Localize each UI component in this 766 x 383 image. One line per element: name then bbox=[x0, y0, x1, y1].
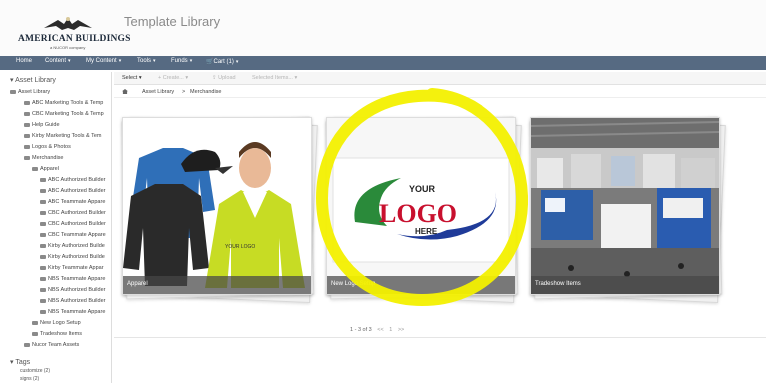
apparel-thumbnail: YOUR LOGO Apparel bbox=[122, 117, 312, 295]
nav-home[interactable]: Home bbox=[16, 58, 32, 64]
tree-item[interactable]: Help Guide bbox=[24, 121, 60, 129]
logo-your-text: YOUR bbox=[409, 184, 436, 194]
tree-item[interactable]: CBC Authorized Builder bbox=[40, 220, 106, 228]
tree-item[interactable]: ABC Authorized Builder bbox=[40, 187, 105, 195]
tree-item[interactable]: ABC Authorized Builder bbox=[40, 176, 105, 184]
tree-item-apparel[interactable]: Apparel bbox=[32, 165, 59, 173]
folder-icon bbox=[24, 101, 30, 105]
header: AMERICAN BUILDINGS a NUCOR company Templ… bbox=[0, 0, 766, 56]
asset-library-heading[interactable]: ▾ Asset Library bbox=[10, 76, 56, 84]
folder-icon bbox=[40, 222, 46, 226]
folder-icon bbox=[40, 255, 46, 259]
folder-icon bbox=[24, 156, 30, 160]
tags-heading[interactable]: ▾ Tags bbox=[10, 358, 30, 366]
folder-icon bbox=[24, 134, 30, 138]
eagle-icon bbox=[44, 17, 92, 30]
upload-icon: ⇪ bbox=[212, 75, 217, 81]
tree-item[interactable]: NBS Authorized Builder bbox=[40, 286, 105, 294]
breadcrumb: Asset Library > Merchandise bbox=[114, 86, 766, 98]
tree-item[interactable]: ABC Marketing Tools & Temp bbox=[24, 99, 103, 107]
nav-my-content[interactable]: My Content ▾ bbox=[86, 58, 121, 64]
page: AMERICAN BUILDINGS a NUCOR company Templ… bbox=[0, 0, 766, 383]
pager-page-1[interactable]: 1 bbox=[389, 327, 392, 333]
folder-icon bbox=[40, 277, 46, 281]
folder-icon bbox=[32, 321, 38, 325]
tree-item[interactable]: Kirby Teammate Appar bbox=[40, 264, 104, 272]
folder-icon bbox=[24, 112, 30, 116]
home-icon[interactable] bbox=[122, 89, 128, 94]
svg-text:YOUR LOGO: YOUR LOGO bbox=[225, 244, 255, 250]
upload-button[interactable]: ⇪ Upload bbox=[212, 75, 236, 81]
main-nav: Home Content ▾ My Content ▾ Tools ▾ Funds ▾ … bbox=[0, 56, 766, 70]
tree-item-nucor-team-assets[interactable]: Nucor Team Assets bbox=[24, 341, 79, 349]
tree-item[interactable]: ABC Teammate Appare bbox=[40, 198, 105, 206]
tree-item[interactable]: CBC Authorized Builder bbox=[40, 209, 106, 217]
tree-item[interactable]: NBS Authorized Builder bbox=[40, 297, 105, 305]
card-caption: New Logo Setup bbox=[327, 276, 515, 294]
tree-item[interactable]: Logos & Photos bbox=[24, 143, 71, 151]
folder-icon bbox=[32, 167, 38, 171]
tag-signs[interactable]: signs (2) bbox=[20, 376, 39, 382]
create-menu[interactable]: + Create... ▾ bbox=[158, 75, 188, 81]
tree-item-new-logo-setup[interactable]: New Logo Setup bbox=[32, 319, 81, 327]
folder-icon bbox=[40, 299, 46, 303]
tree-item-merchandise[interactable]: Merchandise bbox=[24, 154, 64, 162]
logo-wordmark: AMERICAN BUILDINGS bbox=[18, 34, 131, 44]
logo-subtitle: a NUCOR company bbox=[50, 45, 86, 50]
folder-icon bbox=[40, 310, 46, 314]
logo-here-text: HERE bbox=[415, 227, 438, 236]
tree-item[interactable]: CBC Teammate Appare bbox=[40, 231, 106, 239]
folder-icon bbox=[32, 332, 38, 336]
logo-thumbnail: YOUR LOGO HERE New Logo Setup bbox=[326, 117, 516, 295]
tradeshow-thumbnail: Tradeshow Items bbox=[530, 117, 720, 295]
tree-item[interactable]: Kirby Authorized Builde bbox=[40, 253, 105, 261]
divider bbox=[114, 337, 766, 338]
nav-cart[interactable]: 🛒Cart (1) ▾ bbox=[206, 58, 238, 65]
folder-icon bbox=[40, 200, 46, 204]
asset-tree-panel: ▾ Asset Library Asset Library ABC Market… bbox=[8, 72, 112, 383]
asset-toolbar: Select ▾ + Create... ▾ ⇪ Upload Selected… bbox=[114, 72, 766, 85]
page-title: Template Library bbox=[124, 14, 221, 29]
select-menu[interactable]: Select ▾ bbox=[122, 75, 142, 81]
folder-card-apparel[interactable]: YOUR LOGO Apparel bbox=[121, 116, 318, 304]
breadcrumb-separator: > bbox=[182, 89, 186, 95]
tree-item[interactable]: Kirby Authorized Builde bbox=[40, 242, 105, 250]
tree-item[interactable]: NBS Teammate Appare bbox=[40, 275, 105, 283]
asset-grid: YOUR LOGO Apparel YOUR LOGO HERE New Log… bbox=[114, 99, 766, 383]
card-caption: Apparel bbox=[123, 276, 311, 294]
selected-items-menu[interactable]: Selected Items... ▾ bbox=[252, 75, 297, 81]
folder-card-tradeshow-items[interactable]: Tradeshow Items bbox=[529, 116, 726, 304]
folder-icon bbox=[10, 90, 16, 94]
logo-main-text: LOGO bbox=[379, 199, 457, 228]
folder-card-new-logo-setup[interactable]: YOUR LOGO HERE New Logo Setup bbox=[325, 116, 522, 304]
breadcrumb-merchandise[interactable]: Merchandise bbox=[190, 89, 222, 95]
folder-icon bbox=[40, 266, 46, 270]
nav-funds[interactable]: Funds ▾ bbox=[171, 58, 192, 64]
folder-icon bbox=[40, 233, 46, 237]
american-buildings-logo[interactable]: AMERICAN BUILDINGS a NUCOR company bbox=[14, 12, 130, 52]
tree-item[interactable]: CBC Marketing Tools & Temp bbox=[24, 110, 104, 118]
pagination: 1 - 3 of 3 << 1 >> bbox=[350, 327, 404, 333]
pager-prev-button[interactable]: << bbox=[377, 327, 383, 333]
tree-item[interactable]: Kirby Marketing Tools & Tem bbox=[24, 132, 102, 140]
tree-item-asset-library[interactable]: Asset Library bbox=[10, 88, 50, 96]
folder-icon bbox=[24, 343, 30, 347]
nav-content[interactable]: Content ▾ bbox=[45, 58, 71, 64]
breadcrumb-asset-library[interactable]: Asset Library bbox=[142, 89, 174, 95]
pager-next-button[interactable]: >> bbox=[398, 327, 404, 333]
tag-customize[interactable]: customize (2) bbox=[20, 368, 50, 374]
folder-icon bbox=[40, 211, 46, 215]
tree-item-tradeshow-items[interactable]: Tradeshow Items bbox=[32, 330, 82, 338]
folder-icon bbox=[40, 288, 46, 292]
folder-icon bbox=[24, 145, 30, 149]
pagination-count: 1 - 3 of 3 bbox=[350, 327, 372, 333]
folder-icon bbox=[40, 244, 46, 248]
nav-tools[interactable]: Tools ▾ bbox=[137, 58, 156, 64]
folder-icon bbox=[40, 178, 46, 182]
folder-icon bbox=[24, 123, 30, 127]
folder-icon bbox=[40, 189, 46, 193]
card-caption: Tradeshow Items bbox=[531, 276, 719, 294]
tree-item[interactable]: NBS Teammate Appare bbox=[40, 308, 105, 316]
